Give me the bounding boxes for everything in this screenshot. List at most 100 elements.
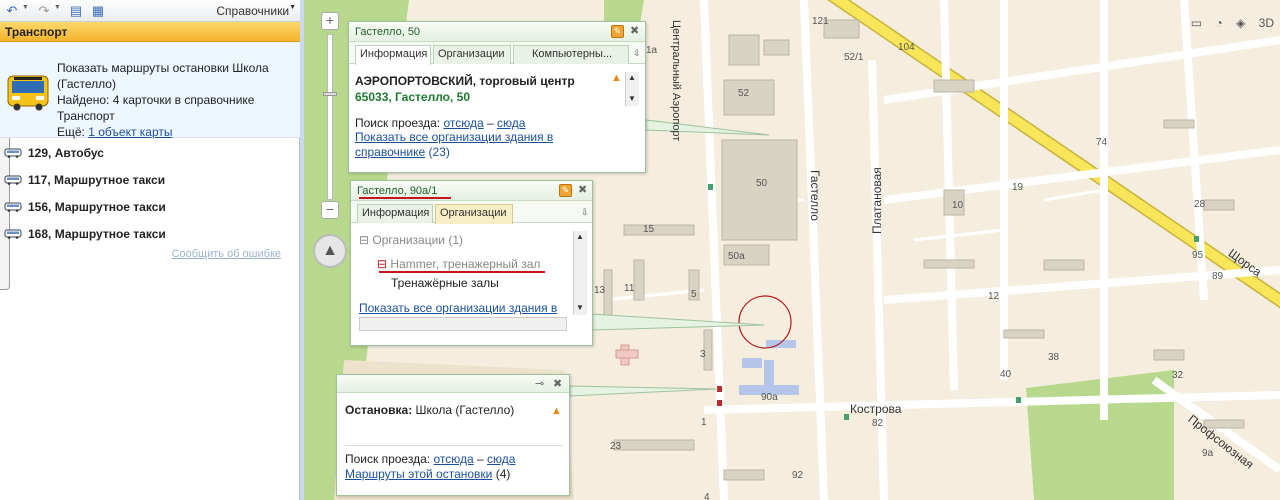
- popup-building-90a1: Гастелло, 90а/1 ✎ ✖ Информация Организац…: [350, 180, 593, 346]
- tabs-menu-icon[interactable]: ⇩: [581, 207, 589, 218]
- close-icon[interactable]: ✖: [553, 377, 562, 390]
- house-number: 32: [1172, 370, 1184, 381]
- popup-scrollbar[interactable]: ▲ ▼: [625, 72, 639, 106]
- report-error-link[interactable]: Сообщить об ошибке: [172, 248, 281, 260]
- route-item[interactable]: 168, Маршрутное такси: [4, 225, 294, 243]
- house-number: 23: [610, 441, 622, 452]
- route-prefix: Поиск проезда:: [345, 452, 431, 466]
- print-icon[interactable]: ▦: [90, 3, 106, 19]
- warning-icon[interactable]: ▲: [551, 405, 562, 417]
- bus-small-icon: [4, 229, 22, 239]
- show-all: Показать все организации здания в справо…: [355, 130, 585, 160]
- tab-organizations[interactable]: Организации: [435, 204, 513, 224]
- more-prefix: Ещё:: [57, 125, 85, 139]
- bus-small-icon: [4, 175, 22, 185]
- popup-building-50: Гастелло, 50 ✎ ✖ Информация Организации …: [348, 21, 646, 173]
- stop-name: Школа (Гастелло): [415, 403, 515, 417]
- zoom-handle[interactable]: [323, 92, 337, 96]
- house-number: 1а: [646, 45, 658, 56]
- street-label: Платановая: [870, 167, 884, 234]
- zoom-in-button[interactable]: +: [321, 12, 339, 30]
- zoom-track[interactable]: [327, 34, 333, 200]
- zoom-out-button[interactable]: −: [321, 201, 339, 219]
- layout-icon[interactable]: ▤: [68, 3, 84, 19]
- map-object-link[interactable]: 1 объект карты: [88, 125, 172, 139]
- tab-computer[interactable]: Компьютерны...: [513, 45, 629, 64]
- show-all-link[interactable]: Показать все организации здания в справо…: [355, 130, 553, 159]
- route-search: Поиск проезда: отсюда – сюда: [355, 116, 525, 130]
- route-prefix: Поиск проезда:: [355, 116, 441, 130]
- toolbar: ↶ ▼ ↷ ▼ ▤ ▦ Справочники▼: [0, 0, 300, 22]
- route-dash: –: [486, 116, 494, 130]
- card-more: Ещё: 1 объект карты: [57, 124, 295, 140]
- popup-bus-stop: ⊸ ✖ Остановка: Школа (Гастелло) ▲ Поиск …: [336, 374, 570, 496]
- tab-info[interactable]: Информация: [355, 45, 431, 65]
- tab-organizations[interactable]: Организации: [433, 45, 511, 64]
- house-number: 9а: [1202, 448, 1214, 459]
- org-name[interactable]: АЭРОПОРТОВСКИЙ, торговый центр: [355, 74, 617, 88]
- tabs-menu-icon[interactable]: ⇩: [633, 48, 641, 59]
- popup-scrollbar[interactable]: ▲ ▼: [573, 231, 587, 315]
- house-number: 38: [1048, 352, 1060, 363]
- org-underline: [379, 271, 545, 273]
- back-icon[interactable]: ↶: [4, 3, 20, 19]
- 3d-button[interactable]: 3D: [1259, 16, 1274, 30]
- route-label: 168, Маршрутное такси: [28, 227, 166, 241]
- spravochniki-menu[interactable]: Справочники▼: [216, 4, 296, 18]
- house-number: 12: [988, 291, 1000, 302]
- route-label: 129, Автобус: [28, 146, 104, 160]
- route-to-link[interactable]: сюда: [497, 116, 525, 130]
- stop-routes-link[interactable]: Маршруты этой остановки: [345, 467, 492, 481]
- house-number: 19: [1012, 182, 1024, 193]
- pin-icon[interactable]: ⊸: [535, 377, 544, 390]
- popup-title: Гастелло, 50: [349, 22, 645, 42]
- horizontal-scrollbar[interactable]: [359, 317, 567, 331]
- house-number: 1: [701, 417, 707, 428]
- stop-info: Остановка: Школа (Гастелло): [345, 403, 514, 417]
- pin-icon[interactable]: ✎: [559, 184, 572, 197]
- route-search: Поиск проезда: отсюда – сюда: [345, 452, 515, 466]
- route-item[interactable]: 129, Автобус: [4, 144, 294, 162]
- map-view[interactable]: Центральный Аэропорт Гастелло Платановая…: [304, 0, 1280, 500]
- house-number: 13: [594, 285, 606, 296]
- traffic-icon[interactable]: ◔: [1215, 16, 1222, 30]
- collapse-icon[interactable]: ⊟: [359, 233, 369, 247]
- left-panel: ↶ ▼ ↷ ▼ ▤ ▦ Справочники▼ Транспорт Показ…: [0, 0, 300, 500]
- show-all: Показать все организации здания в: [359, 301, 569, 315]
- street-label: Гастелло: [808, 170, 822, 221]
- ruler-icon[interactable]: ▭: [1191, 16, 1202, 30]
- popup-tabs: Информация Организации ⇩: [351, 201, 592, 224]
- tab-computer-label: Компьютерны...: [532, 48, 613, 60]
- bus-icon: [7, 75, 49, 111]
- org-group-label: Организации (1): [372, 233, 463, 247]
- tab-info[interactable]: Информация: [357, 204, 433, 223]
- route-from-link[interactable]: отсюда: [443, 116, 483, 130]
- stop-routes-count: (4): [495, 467, 511, 481]
- street-label: Кострова: [850, 402, 902, 416]
- spravochniki-label: Справочники: [216, 4, 290, 18]
- route-item[interactable]: 117, Маршрутное такси: [4, 171, 294, 189]
- compass-icon[interactable]: ▲: [313, 234, 347, 268]
- pin-icon[interactable]: ✎: [611, 25, 624, 38]
- title-underline: [359, 197, 451, 199]
- collapse-icon[interactable]: ⊟: [377, 257, 387, 271]
- close-icon[interactable]: ✖: [578, 183, 587, 196]
- org-category: Тренажёрные залы: [391, 276, 499, 290]
- org-group[interactable]: ⊟ Организации (1): [359, 233, 463, 247]
- layers-icon[interactable]: ◈: [1236, 16, 1245, 30]
- show-all-link[interactable]: Показать все организации здания в: [359, 301, 557, 315]
- forward-dropdown-icon[interactable]: ▼: [54, 4, 61, 11]
- card-title[interactable]: Показать маршруты остановки Школа (Гасте…: [57, 60, 295, 92]
- back-dropdown-icon[interactable]: ▼: [22, 4, 29, 11]
- route-from-link[interactable]: отсюда: [433, 452, 473, 466]
- route-item[interactable]: 156, Маршрутное такси: [4, 198, 294, 216]
- close-icon[interactable]: ✖: [630, 24, 639, 37]
- warning-icon[interactable]: ▲: [611, 72, 622, 84]
- org-item[interactable]: ⊟ Hammer, тренажерный зал: [377, 257, 540, 271]
- forward-icon[interactable]: ↷: [36, 3, 52, 19]
- bus-small-icon: [4, 148, 22, 158]
- house-number: 104: [898, 42, 915, 53]
- house-number: 3: [700, 349, 706, 360]
- org-name: Hammer, тренажерный зал: [390, 257, 541, 271]
- route-to-link[interactable]: сюда: [487, 452, 515, 466]
